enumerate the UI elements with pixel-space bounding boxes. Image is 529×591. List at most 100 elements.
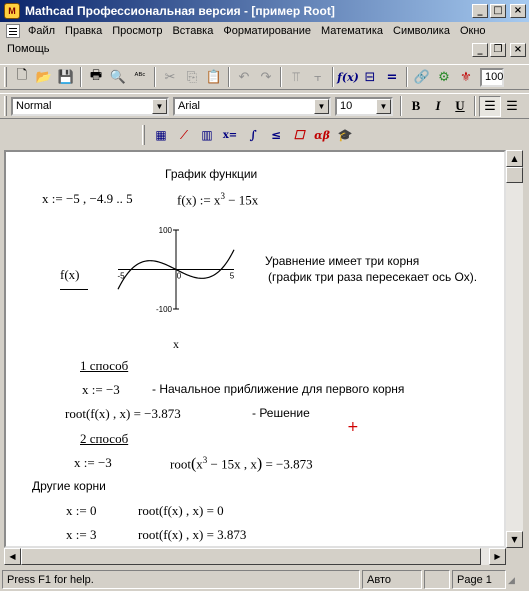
- align-center-icon[interactable]: ☰: [501, 96, 523, 117]
- function-plot[interactable]: 100 -100 -5 0 5: [106, 222, 238, 317]
- scrollbar-corner: [506, 548, 523, 565]
- graph-toolbar-icon[interactable]: ⁄: [173, 125, 195, 146]
- font-size-value: 10: [340, 100, 353, 112]
- undo-icon[interactable]: ↶: [233, 67, 255, 88]
- cut-icon[interactable]: ✂: [159, 67, 181, 88]
- method2-guess[interactable]: x := −3: [74, 455, 112, 471]
- calculator-toolbar-icon[interactable]: ▦: [150, 125, 172, 146]
- doc-close-button[interactable]: ×: [510, 43, 526, 57]
- insert-function-icon[interactable]: f(x): [337, 67, 359, 88]
- method1-guess[interactable]: x := −3: [82, 382, 120, 398]
- menu-bar: Файл Правка Просмотр Вставка Форматирова…: [0, 22, 529, 60]
- underline-button[interactable]: U: [449, 96, 471, 117]
- method1-root[interactable]: root(f(x) , x) = −3.873: [65, 406, 181, 422]
- scroll-down-icon[interactable]: ▼: [506, 531, 523, 548]
- menu-insert[interactable]: Вставка: [167, 25, 218, 37]
- menu-math[interactable]: Математика: [316, 25, 388, 37]
- menu-file[interactable]: Файл: [23, 25, 60, 37]
- scroll-right-icon[interactable]: ▶: [489, 548, 506, 565]
- resize-grip-icon[interactable]: ◢: [508, 574, 520, 586]
- status-calc-mode[interactable]: Авто: [362, 570, 422, 589]
- maximize-button[interactable]: □: [490, 4, 506, 18]
- toolbar-separator: [400, 96, 402, 116]
- method1-root-note: - Решение: [252, 406, 310, 420]
- document-icon[interactable]: [6, 24, 20, 38]
- menu-view[interactable]: Просмотр: [107, 25, 167, 37]
- menu-window[interactable]: Окно: [455, 25, 491, 37]
- func-def-lhs: f(x) := x: [177, 192, 221, 208]
- italic-button[interactable]: I: [427, 96, 449, 117]
- standard-toolbar: 🗋 📂 💾 🖶 🔍 ᴬᴮᶜ ✂ ⎘ 📋 ↶ ↷ ⫪ ⫟ f(x) ⊟ = 🔗 ⚙…: [0, 64, 529, 90]
- font-select[interactable]: Arial ▼: [173, 96, 331, 116]
- root3-result[interactable]: root(f(x) , x) = 3.873: [138, 527, 246, 543]
- bold-button[interactable]: B: [405, 96, 427, 117]
- menu-help[interactable]: Помощь: [2, 43, 55, 55]
- calculus-toolbar-icon[interactable]: ∫: [242, 125, 264, 146]
- insert-component-icon[interactable]: ⚙: [433, 67, 455, 88]
- toolbar-separator: [228, 67, 230, 87]
- align-across-icon[interactable]: ⫟: [307, 67, 329, 88]
- redo-icon[interactable]: ↷: [255, 67, 277, 88]
- menu-edit[interactable]: Правка: [60, 25, 107, 37]
- calculate-icon[interactable]: =: [381, 67, 403, 88]
- toolbar-grip[interactable]: [4, 67, 7, 87]
- font-value: Arial: [178, 100, 201, 112]
- paste-icon[interactable]: 📋: [203, 67, 225, 88]
- status-page: Page 1: [452, 570, 506, 589]
- plot-x-tick-label-zero: 0: [177, 272, 182, 281]
- chevron-down-icon[interactable]: ▼: [314, 98, 329, 114]
- function-definition[interactable]: f(x) := x3 − 15x: [177, 191, 258, 208]
- plot-y-axis-label[interactable]: f(x): [60, 267, 88, 290]
- plot-x-axis-label[interactable]: x: [173, 337, 179, 352]
- close-button[interactable]: ×: [510, 4, 526, 18]
- horizontal-scroll-thumb[interactable]: [21, 548, 481, 565]
- new-file-icon[interactable]: 🗋: [11, 67, 33, 88]
- root3-guess[interactable]: x := 3: [66, 527, 96, 543]
- align-left-icon[interactable]: ☰: [479, 95, 501, 117]
- chevron-down-icon[interactable]: ▼: [376, 98, 391, 114]
- horizontal-scrollbar[interactable]: ◀ ▶: [4, 548, 506, 565]
- symbolic-toolbar-icon[interactable]: 🎓: [334, 125, 356, 146]
- greek-toolbar-icon[interactable]: αβ: [311, 125, 333, 146]
- align-top-icon[interactable]: ⫪: [285, 67, 307, 88]
- vertical-scrollbar[interactable]: ▲ ▼: [506, 150, 523, 548]
- chevron-down-icon[interactable]: ▼: [152, 98, 167, 114]
- insert-hyperlink-icon[interactable]: 🔗: [411, 67, 433, 88]
- crosshair-cursor-icon: +: [347, 419, 359, 435]
- root2-guess[interactable]: x := 0: [66, 503, 96, 519]
- doc-minimize-button[interactable]: _: [472, 43, 488, 57]
- style-select[interactable]: Normal ▼: [11, 96, 169, 116]
- matrix-toolbar-icon[interactable]: ▥: [196, 125, 218, 146]
- font-size-select[interactable]: 10 ▼: [335, 96, 393, 116]
- doc-restore-button[interactable]: ❐: [490, 43, 506, 57]
- root2-result[interactable]: root(f(x) , x) = 0: [138, 503, 224, 519]
- mathcad-app-icon[interactable]: M: [4, 3, 20, 19]
- vertical-scroll-thumb[interactable]: [506, 167, 523, 183]
- toolbar-grip[interactable]: [142, 125, 145, 145]
- print-preview-icon[interactable]: 🔍: [107, 67, 129, 88]
- toolbar-grip[interactable]: [4, 96, 7, 116]
- print-icon[interactable]: 🖶: [85, 67, 107, 88]
- open-folder-icon[interactable]: 📂: [33, 67, 55, 88]
- run-wizard-icon[interactable]: ⚜: [455, 67, 477, 88]
- save-icon[interactable]: 💾: [55, 67, 77, 88]
- method2-root[interactable]: root(x3 − 15x , x) = −3.873: [170, 455, 313, 473]
- programming-toolbar-icon[interactable]: ☐: [288, 125, 310, 146]
- evaluation-toolbar-icon[interactable]: x=: [219, 125, 241, 146]
- root-result: = −3.873: [262, 456, 313, 472]
- scroll-up-icon[interactable]: ▲: [506, 150, 523, 167]
- boolean-toolbar-icon[interactable]: ≤: [265, 125, 287, 146]
- copy-icon[interactable]: ⎘: [181, 67, 203, 88]
- scroll-left-icon[interactable]: ◀: [4, 548, 21, 565]
- range-definition[interactable]: x := −5 , −4.9 .. 5: [42, 191, 133, 207]
- func-def-rhs: − 15x: [224, 192, 259, 208]
- worksheet[interactable]: График функции x := −5 , −4.9 .. 5 f(x) …: [4, 150, 506, 548]
- menu-symbolics[interactable]: Символика: [388, 25, 455, 37]
- menu-format[interactable]: Форматирование: [218, 25, 316, 37]
- minimize-button[interactable]: _: [472, 4, 488, 18]
- style-value: Normal: [16, 100, 52, 112]
- spell-check-icon[interactable]: ᴬᴮᶜ: [129, 67, 151, 88]
- method1-guess-note: - Начальное приближение для первого корн…: [152, 382, 405, 396]
- zoom-combo[interactable]: 100: [480, 67, 504, 87]
- insert-unit-icon[interactable]: ⊟: [359, 67, 381, 88]
